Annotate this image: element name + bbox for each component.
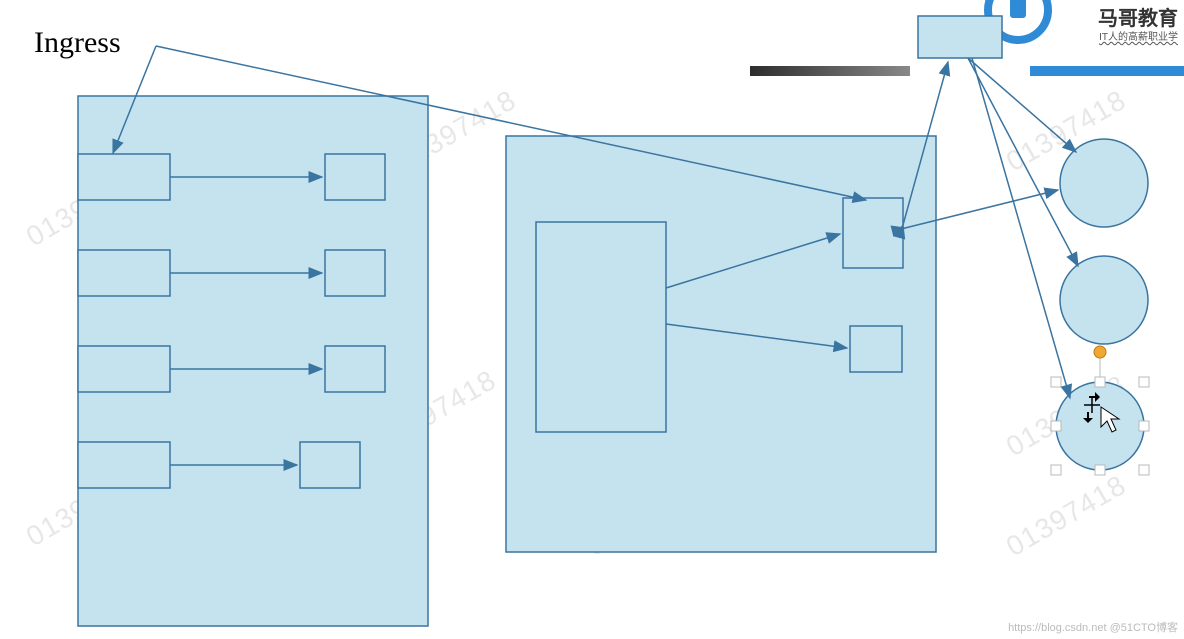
resize-handle[interactable]	[1051, 421, 1061, 431]
link-topbox-circle1	[968, 58, 1076, 152]
resize-handle[interactable]	[1051, 377, 1061, 387]
resize-handle[interactable]	[1095, 377, 1105, 387]
backend-box-1	[843, 198, 903, 268]
pod-circle-1	[1060, 139, 1148, 227]
resize-handle[interactable]	[1139, 421, 1149, 431]
resize-handle[interactable]	[1051, 465, 1061, 475]
pod-circle-2	[1060, 256, 1148, 344]
routes-box	[536, 222, 666, 432]
pod-circle-3-selected[interactable]	[1051, 346, 1149, 475]
link-topbox-circle3	[972, 58, 1070, 398]
ingress-controller-box	[918, 16, 1002, 58]
diagram-svg	[0, 0, 1184, 639]
rotation-handle-icon[interactable]	[1094, 346, 1106, 358]
resize-handle[interactable]	[1139, 465, 1149, 475]
resize-handle[interactable]	[1095, 465, 1105, 475]
backend-box-2	[850, 326, 902, 372]
resize-handle[interactable]	[1139, 377, 1149, 387]
